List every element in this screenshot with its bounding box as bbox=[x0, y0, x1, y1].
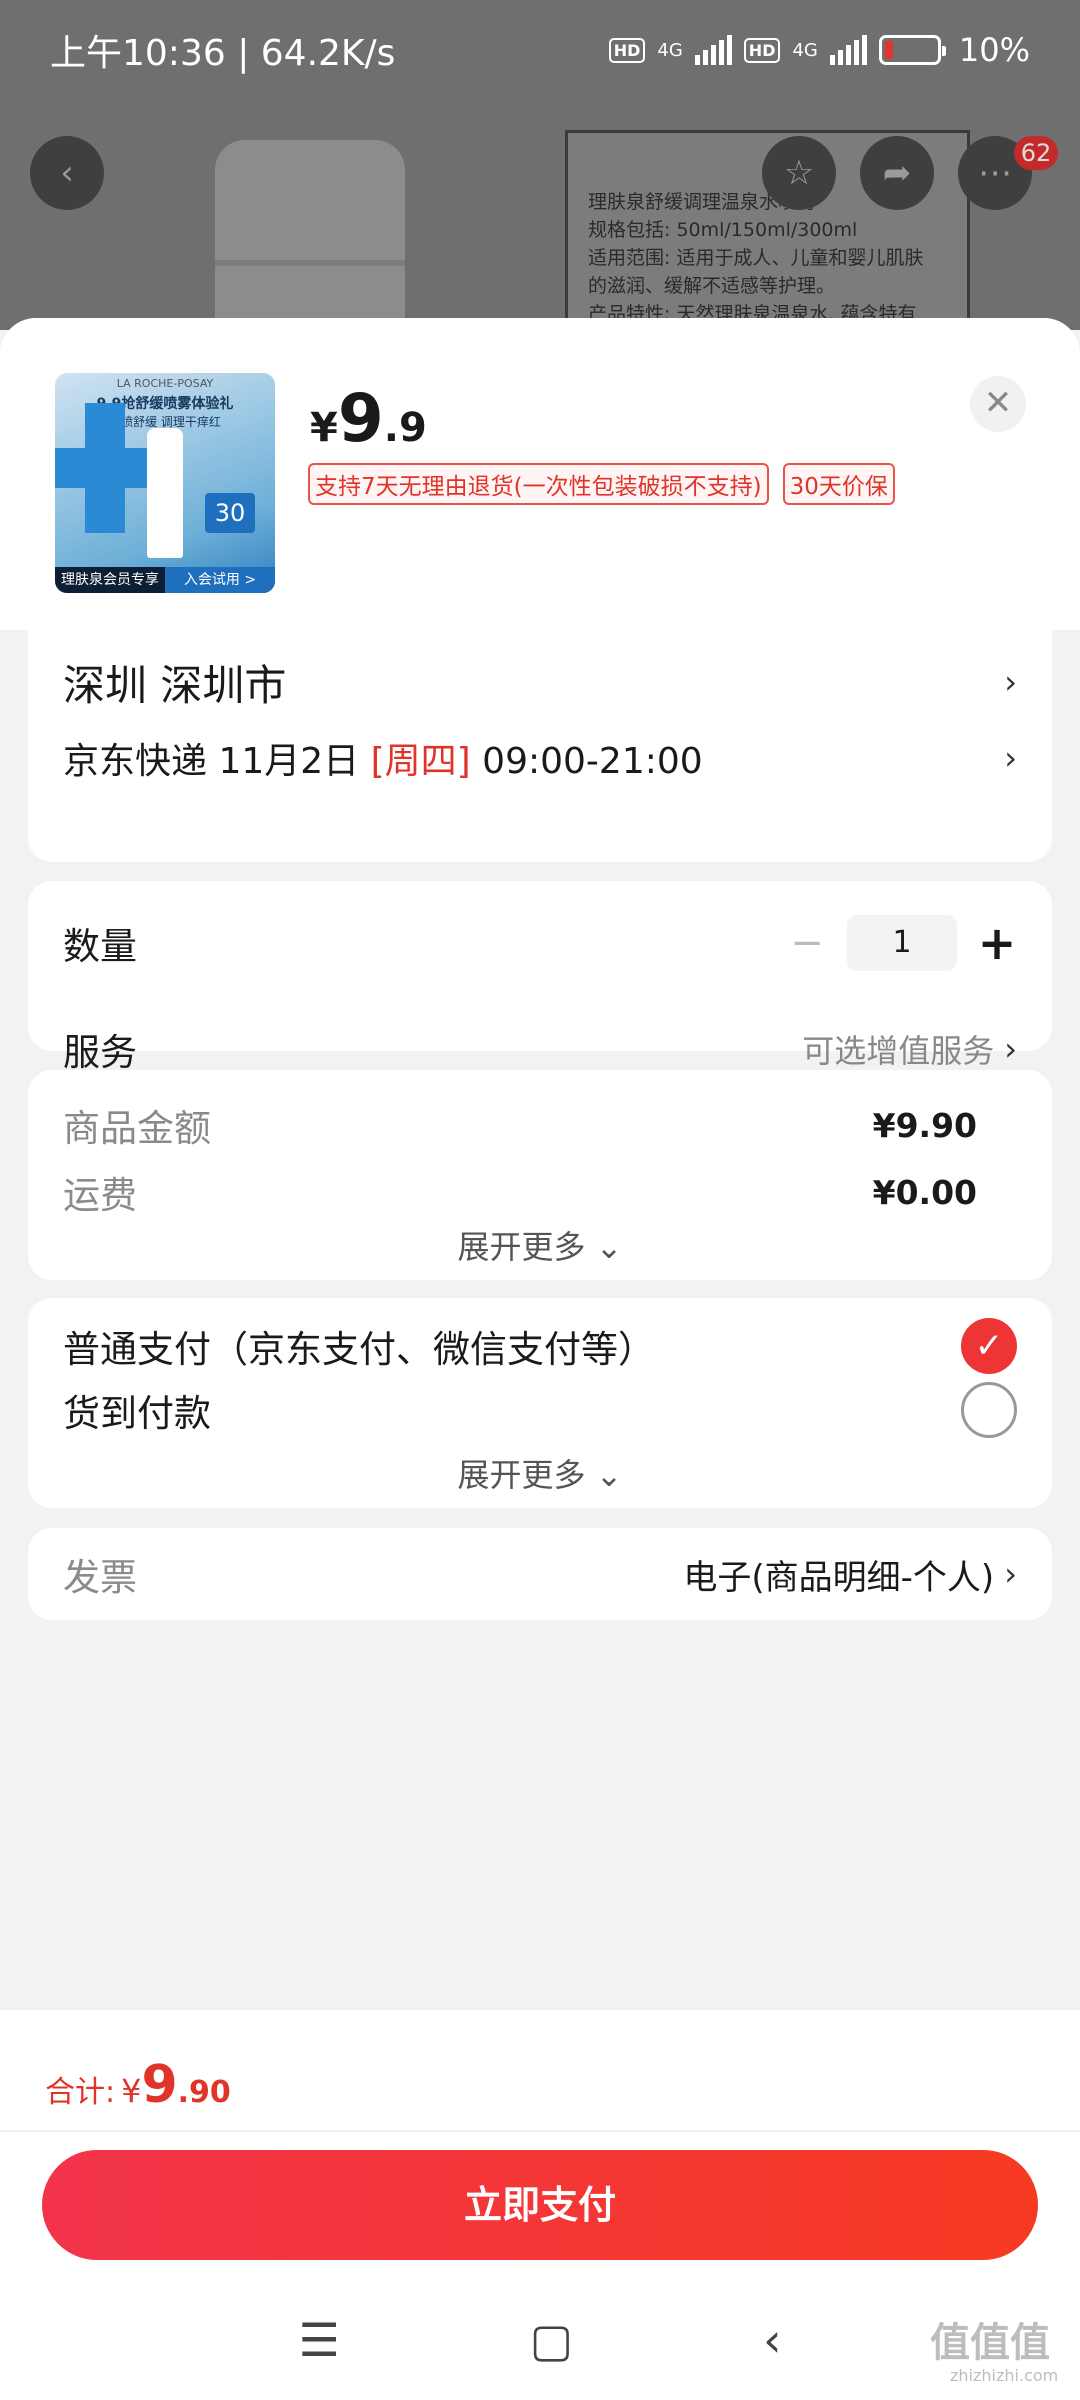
share-icon[interactable]: ➦ bbox=[860, 136, 934, 210]
invoice-label: 发票 bbox=[63, 1556, 137, 1599]
shipping-label: 运费 bbox=[63, 1174, 137, 1217]
back-nav-icon[interactable]: ‹ bbox=[763, 2313, 781, 2367]
watermark-logo: 值值值 bbox=[930, 2320, 1050, 2366]
payment-option-cod[interactable]: 货到付款 bbox=[63, 1380, 1017, 1440]
thumb-strip-left: 理肤泉会员专享 bbox=[61, 572, 159, 588]
total-decimal: .90 bbox=[177, 2075, 231, 2110]
payment-normal-label: 普通支付（京东支付、微信支付等） bbox=[63, 1328, 655, 1371]
thumb-strip-right: 入会试用 > bbox=[165, 567, 275, 593]
address-card[interactable]: 深圳 深圳市 › 京东快递 11月2日 [周四] 09:00-21:00 › bbox=[28, 630, 1052, 862]
delivery-row[interactable]: 京东快递 11月2日 [周四] 09:00-21:00 › bbox=[63, 730, 1017, 786]
options-card: 数量 − 1 + 服务 可选增值服务 › bbox=[28, 881, 1052, 1074]
watermark-site: zhizhizhi.com bbox=[950, 2366, 1059, 2385]
star-icon[interactable]: ☆ bbox=[762, 136, 836, 210]
shipping-value: ¥0.00 bbox=[872, 1172, 977, 1212]
delivery-carrier-date: 京东快递 11月2日 bbox=[63, 741, 360, 782]
total-currency: ¥ bbox=[121, 2072, 142, 2110]
chevron-right-icon: › bbox=[1004, 663, 1017, 701]
plus-icon[interactable]: + bbox=[977, 916, 1017, 970]
shipping-row: 运费 ¥0.00 bbox=[63, 1162, 1017, 1222]
spray-can-graphic bbox=[147, 428, 183, 558]
price-decimal: .9 bbox=[383, 405, 427, 451]
delivery-time: 09:00-21:00 bbox=[482, 741, 703, 782]
chevron-right-icon: › bbox=[1004, 1030, 1017, 1068]
check-icon[interactable]: ✓ bbox=[961, 1318, 1017, 1374]
address-row[interactable]: 深圳 深圳市 › bbox=[63, 652, 1017, 712]
chevron-right-icon: › bbox=[1004, 1555, 1017, 1593]
home-icon[interactable]: ▢ bbox=[530, 2313, 573, 2367]
pay-now-button[interactable]: 立即支付 bbox=[42, 2150, 1038, 2260]
quantity-value[interactable]: 1 bbox=[847, 915, 957, 971]
system-nav-bar: ☰ ▢ ‹ bbox=[0, 2300, 1080, 2380]
status-bar: 上午10:36 | 64.2K/s HD 4G HD 4G 10% bbox=[0, 0, 1080, 100]
product-bottle-image bbox=[215, 140, 405, 330]
tag-return-policy: 支持7天无理由退货(一次性包装破损不支持) bbox=[308, 463, 769, 505]
product-price: ¥ 9 .9 bbox=[310, 380, 427, 457]
hd-icon: HD bbox=[608, 37, 646, 63]
product-header: LA ROCHE-POSAY 9.9抢舒缓喷雾体验礼 一喷舒缓 调理干痒红 30… bbox=[0, 318, 1080, 630]
thumb-strip: 理肤泉会员专享 入会试用 > bbox=[55, 567, 275, 593]
total-label: 合计: bbox=[45, 2075, 116, 2110]
payment-card: 普通支付（京东支付、微信支付等） ✓ 货到付款 展开更多 ⌄ bbox=[28, 1298, 1052, 1508]
battery-level: 10% bbox=[958, 31, 1030, 69]
net-type-a: 4G bbox=[657, 39, 683, 61]
payment-cod-label: 货到付款 bbox=[63, 1392, 211, 1435]
minus-icon[interactable]: − bbox=[787, 920, 827, 966]
invoice-card[interactable]: 发票 电子(商品明细-个人) › bbox=[28, 1528, 1052, 1620]
order-total: 合计: ¥ 9 .90 bbox=[45, 2055, 231, 2115]
price-currency: ¥ bbox=[310, 405, 338, 451]
price-integer: 9 bbox=[337, 380, 384, 457]
chevron-right-icon: › bbox=[1004, 739, 1017, 777]
goods-amount-value: ¥9.90 bbox=[872, 1105, 977, 1145]
checkout-footer: 合计: ¥ 9 .90 立即支付 ☰ ▢ ‹ bbox=[0, 2010, 1080, 2400]
address-location: 深圳 深圳市 bbox=[63, 660, 287, 710]
invoice-value: 电子(商品明细-个人) bbox=[683, 1557, 995, 1598]
thumb-box-number: 30 bbox=[205, 493, 255, 533]
signal-icon bbox=[694, 35, 732, 65]
status-time: 上午10:36 | 64.2K/s bbox=[50, 33, 396, 74]
battery-icon bbox=[878, 35, 946, 65]
invoice-row[interactable]: 发票 电子(商品明细-个人) › bbox=[63, 1544, 1017, 1604]
goods-amount-row: 商品金额 ¥9.90 bbox=[63, 1095, 1017, 1155]
tag-price-protection: 30天价保 bbox=[782, 463, 895, 505]
product-thumbnail[interactable]: LA ROCHE-POSAY 9.9抢舒缓喷雾体验礼 一喷舒缓 调理干痒红 30… bbox=[55, 373, 275, 593]
service-tags: 支持7天无理由退货(一次性包装破损不支持) 30天价保 bbox=[308, 463, 895, 505]
total-integer: 9 bbox=[141, 2055, 178, 2115]
radio-unselected-icon[interactable] bbox=[961, 1382, 1017, 1438]
amounts-card: 商品金额 ¥9.90 运费 ¥0.00 展开更多 ⌄ bbox=[28, 1070, 1052, 1280]
menu-icon[interactable]: ☰ bbox=[298, 2313, 339, 2367]
quantity-stepper[interactable]: − 1 + bbox=[787, 915, 1017, 971]
net-type-b: 4G bbox=[792, 39, 818, 61]
notification-badge: 62 bbox=[1014, 136, 1058, 170]
close-icon[interactable]: ✕ bbox=[970, 376, 1026, 432]
thumb-brand: LA ROCHE-POSAY bbox=[116, 377, 214, 390]
quantity-row: 数量 − 1 + bbox=[63, 913, 1017, 973]
back-icon[interactable]: ‹ bbox=[30, 136, 104, 210]
service-hint: 可选增值服务 bbox=[802, 1032, 995, 1070]
service-label: 服务 bbox=[63, 1031, 137, 1074]
goods-amount-label: 商品金额 bbox=[63, 1107, 211, 1150]
delivery-weekday: [周四] bbox=[370, 741, 471, 782]
signal-icon-2 bbox=[829, 35, 867, 65]
payment-option-normal[interactable]: 普通支付（京东支付、微信支付等） ✓ bbox=[63, 1316, 1017, 1376]
background-product-page: 理肤泉舒缓调理温泉水喷雾 规格包括: 50ml/150ml/300ml 适用范围… bbox=[0, 0, 1080, 330]
payment-expand-more[interactable]: 展开更多 ⌄ bbox=[28, 1450, 1052, 1496]
footer-divider bbox=[0, 2130, 1080, 2132]
hd-icon-2: HD bbox=[743, 37, 781, 63]
quantity-label: 数量 bbox=[63, 925, 137, 968]
amounts-expand-more[interactable]: 展开更多 ⌄ bbox=[28, 1222, 1052, 1268]
